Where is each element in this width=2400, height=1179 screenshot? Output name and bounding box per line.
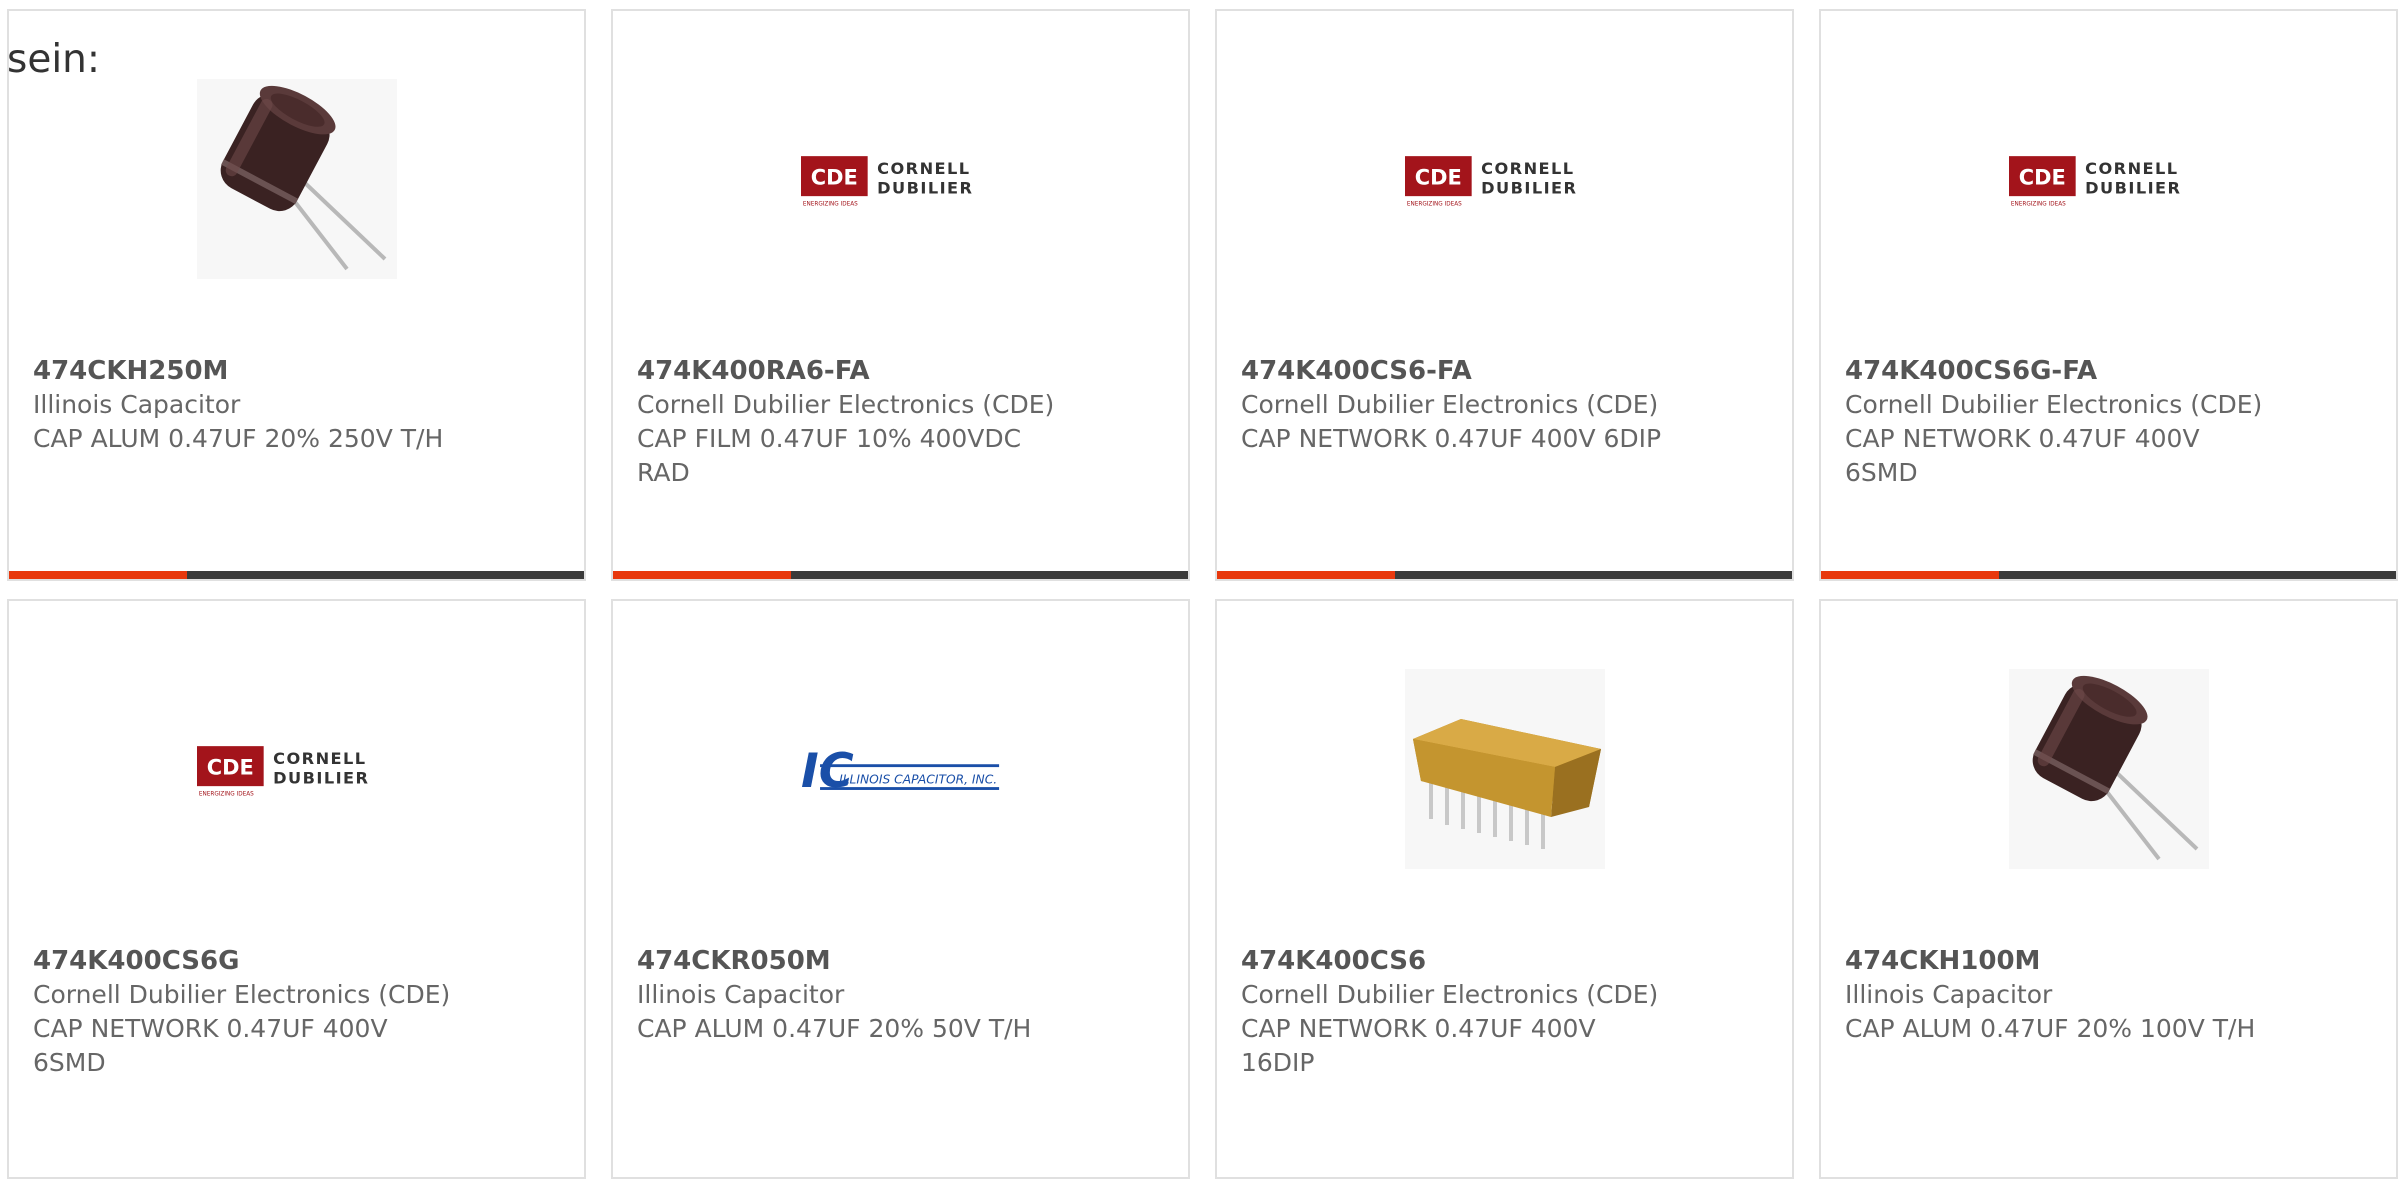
- description-label: CAP ALUM 0.47UF 20% 250V T/H: [33, 424, 444, 453]
- intro-text: sein:: [7, 37, 101, 82]
- cde-line2: DUBILIER: [2085, 178, 2181, 197]
- manufacturer-label: Illinois Capacitor: [33, 390, 241, 419]
- cde-line2: DUBILIER: [877, 178, 973, 197]
- cde-logo-graphic: CDE ENERGIZING IDEAS CORNELL DUBILIER: [2008, 156, 2181, 208]
- part-number-link[interactable]: 474CKH250M: [33, 354, 564, 388]
- progress-track: [1999, 571, 2396, 579]
- cde-badge-text: CDE: [1414, 166, 1461, 190]
- manufacturer-label: Cornell Dubilier Electronics (CDE): [33, 980, 451, 1009]
- part-number-link[interactable]: 474K400CS6G: [33, 944, 564, 978]
- cde-logo[interactable]: CDE ENERGIZING IDEAS CORNELL DUBILIER: [800, 79, 1001, 279]
- product-card[interactable]: 474K400CS6 Cornell Dubilier Electronics …: [1215, 599, 1794, 1179]
- cde-line1: CORNELL: [877, 159, 970, 178]
- description-label: CAP NETWORK 0.47UF 400V 6DIP: [1241, 424, 1662, 453]
- cde-tagline: ENERGIZING IDEAS: [802, 202, 857, 208]
- cde-line2: DUBILIER: [273, 768, 369, 787]
- part-number-link[interactable]: 474CKH100M: [1845, 944, 2376, 978]
- cde-logo[interactable]: CDE ENERGIZING IDEAS CORNELL DUBILIER: [1404, 79, 1605, 279]
- progress-fill: [613, 571, 792, 579]
- ic-name: ILLINOIS CAPACITOR, INC.: [839, 772, 997, 786]
- progress-track: [187, 571, 584, 579]
- part-number-link[interactable]: 474K400CS6: [1241, 944, 1772, 978]
- cde-line2: DUBILIER: [1481, 178, 1577, 197]
- manufacturer-label: Cornell Dubilier Electronics (CDE): [1845, 390, 2263, 419]
- ic-logo-graphic: IC ILLINOIS CAPACITOR, INC.: [801, 744, 999, 799]
- cde-logo[interactable]: CDE ENERGIZING IDEAS CORNELL DUBILIER: [196, 669, 397, 869]
- progress-fill: [1821, 571, 2000, 579]
- manufacturer-label: Illinois Capacitor: [1845, 980, 2053, 1009]
- cde-badge-text: CDE: [810, 166, 857, 190]
- manufacturer-label: Illinois Capacitor: [637, 980, 845, 1009]
- description-label: CAP FILM 0.47UF 10% 400VDC RAD: [637, 424, 1022, 487]
- cde-badge-text: CDE: [2018, 166, 2065, 190]
- progress-fill: [9, 571, 188, 579]
- cde-line1: CORNELL: [2085, 159, 2178, 178]
- description-label: CAP NETWORK 0.47UF 400V 16DIP: [1241, 1014, 1596, 1077]
- product-card[interactable]: CDE ENERGIZING IDEAS CORNELL DUBILIER 47…: [7, 599, 586, 1179]
- description-label: CAP ALUM 0.47UF 20% 50V T/H: [637, 1014, 1032, 1043]
- part-number-link[interactable]: 474K400RA6-FA: [637, 354, 1168, 388]
- description-label: CAP NETWORK 0.47UF 400V 6SMD: [1845, 424, 2200, 487]
- progress-bar: [1821, 571, 2396, 579]
- progress-track: [791, 571, 1188, 579]
- product-card[interactable]: CDE ENERGIZING IDEAS CORNELL DUBILIER 47…: [1215, 9, 1794, 581]
- manufacturer-label: Cornell Dubilier Electronics (CDE): [637, 390, 1055, 419]
- part-number-link[interactable]: 474K400CS6-FA: [1241, 354, 1772, 388]
- progress-bar: [9, 571, 584, 579]
- cde-line1: CORNELL: [1481, 159, 1574, 178]
- product-card[interactable]: CDE ENERGIZING IDEAS CORNELL DUBILIER 47…: [611, 9, 1190, 581]
- cde-badge-text: CDE: [206, 756, 253, 780]
- part-number-link[interactable]: 474CKR050M: [637, 944, 1168, 978]
- progress-bar: [613, 571, 1188, 579]
- electrolytic-capacitor-photo[interactable]: [2009, 669, 2209, 869]
- illinois-capacitor-logo[interactable]: IC ILLINOIS CAPACITOR, INC.: [801, 669, 1001, 869]
- cde-logo[interactable]: CDE ENERGIZING IDEAS CORNELL DUBILIER: [2008, 79, 2209, 279]
- description-label: CAP ALUM 0.47UF 20% 100V T/H: [1845, 1014, 2256, 1043]
- cde-tagline: ENERGIZING IDEAS: [1406, 202, 1461, 208]
- cde-tagline: ENERGIZING IDEAS: [2010, 202, 2065, 208]
- product-card[interactable]: IC ILLINOIS CAPACITOR, INC. 474CKR050M I…: [611, 599, 1190, 1179]
- cde-logo-graphic: CDE ENERGIZING IDEAS CORNELL DUBILIER: [196, 746, 369, 798]
- product-card[interactable]: 474CKH100M Illinois Capacitor CAP ALUM 0…: [1819, 599, 2398, 1179]
- progress-bar: [1217, 571, 1792, 579]
- cde-logo-graphic: CDE ENERGIZING IDEAS CORNELL DUBILIER: [800, 156, 973, 208]
- cde-logo-graphic: CDE ENERGIZING IDEAS CORNELL DUBILIER: [1404, 156, 1577, 208]
- progress-fill: [1217, 571, 1396, 579]
- cde-tagline: ENERGIZING IDEAS: [198, 792, 253, 798]
- cde-line1: CORNELL: [273, 749, 366, 768]
- part-number-link[interactable]: 474K400CS6G-FA: [1845, 354, 2376, 388]
- network-capacitor-photo[interactable]: [1405, 669, 1605, 869]
- manufacturer-label: Cornell Dubilier Electronics (CDE): [1241, 390, 1659, 419]
- electrolytic-capacitor-photo[interactable]: [197, 79, 397, 279]
- progress-track: [1395, 571, 1792, 579]
- product-card[interactable]: 474CKH250M Illinois Capacitor CAP ALUM 0…: [7, 9, 586, 581]
- product-card[interactable]: CDE ENERGIZING IDEAS CORNELL DUBILIER 47…: [1819, 9, 2398, 581]
- manufacturer-label: Cornell Dubilier Electronics (CDE): [1241, 980, 1659, 1009]
- description-label: CAP NETWORK 0.47UF 400V 6SMD: [33, 1014, 388, 1077]
